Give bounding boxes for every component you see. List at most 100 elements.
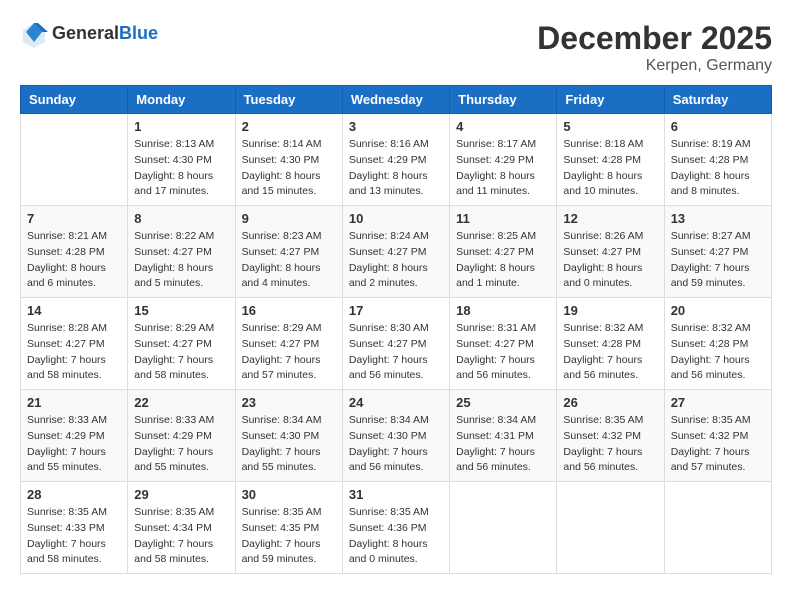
calendar-day-cell: 12 Sunrise: 8:26 AM Sunset: 4:27 PM Dayli…: [557, 206, 664, 298]
logo-text-general: General: [52, 23, 119, 43]
day-info: Sunrise: 8:28 AM Sunset: 4:27 PM Dayligh…: [27, 321, 121, 384]
calendar-day-cell: 7 Sunrise: 8:21 AM Sunset: 4:28 PM Daylig…: [21, 206, 128, 298]
calendar-day-cell: 18 Sunrise: 8:31 AM Sunset: 4:27 PM Dayli…: [450, 298, 557, 390]
calendar-week-row: 21 Sunrise: 8:33 AM Sunset: 4:29 PM Dayli…: [21, 390, 772, 482]
day-info: Sunrise: 8:35 AM Sunset: 4:36 PM Dayligh…: [349, 505, 443, 568]
day-info: Sunrise: 8:35 AM Sunset: 4:32 PM Dayligh…: [671, 413, 765, 476]
day-info: Sunrise: 8:29 AM Sunset: 4:27 PM Dayligh…: [242, 321, 336, 384]
calendar-day-cell: 20 Sunrise: 8:32 AM Sunset: 4:28 PM Dayli…: [664, 298, 771, 390]
day-number: 2: [242, 119, 336, 134]
day-number: 19: [563, 303, 657, 318]
day-number: 23: [242, 395, 336, 410]
calendar-day-cell: 21 Sunrise: 8:33 AM Sunset: 4:29 PM Dayli…: [21, 390, 128, 482]
day-info: Sunrise: 8:22 AM Sunset: 4:27 PM Dayligh…: [134, 229, 228, 292]
calendar-week-row: 28 Sunrise: 8:35 AM Sunset: 4:33 PM Dayli…: [21, 482, 772, 574]
day-number: 18: [456, 303, 550, 318]
day-number: 15: [134, 303, 228, 318]
calendar-day-cell: 14 Sunrise: 8:28 AM Sunset: 4:27 PM Dayli…: [21, 298, 128, 390]
title-area: December 2025 Kerpen, Germany: [537, 20, 772, 75]
calendar-day-cell: 2 Sunrise: 8:14 AM Sunset: 4:30 PM Daylig…: [235, 114, 342, 206]
calendar-day-cell: 29Sunrise: 8:35 AM Sunset: 4:34 PM Dayli…: [128, 482, 235, 574]
day-info: Sunrise: 8:34 AM Sunset: 4:30 PM Dayligh…: [349, 413, 443, 476]
calendar-day-cell: 9 Sunrise: 8:23 AM Sunset: 4:27 PM Daylig…: [235, 206, 342, 298]
day-number: 26: [563, 395, 657, 410]
day-info: Sunrise: 8:18 AM Sunset: 4:28 PM Dayligh…: [563, 137, 657, 200]
calendar-day-cell: 4Sunrise: 8:17 AM Sunset: 4:29 PM Daylig…: [450, 114, 557, 206]
day-number: 8: [134, 211, 228, 226]
day-info: Sunrise: 8:26 AM Sunset: 4:27 PM Dayligh…: [563, 229, 657, 292]
day-number: 24: [349, 395, 443, 410]
calendar-day-cell: 19Sunrise: 8:32 AM Sunset: 4:28 PM Dayli…: [557, 298, 664, 390]
calendar-day-cell: 6Sunrise: 8:19 AM Sunset: 4:28 PM Daylig…: [664, 114, 771, 206]
day-number: 9: [242, 211, 336, 226]
day-info: Sunrise: 8:35 AM Sunset: 4:35 PM Dayligh…: [242, 505, 336, 568]
calendar-day-cell: 13 Sunrise: 8:27 AM Sunset: 4:27 PM Dayli…: [664, 206, 771, 298]
day-info: Sunrise: 8:33 AM Sunset: 4:29 PM Dayligh…: [134, 413, 228, 476]
location-title: Kerpen, Germany: [537, 57, 772, 75]
day-number: 21: [27, 395, 121, 410]
day-info: Sunrise: 8:31 AM Sunset: 4:27 PM Dayligh…: [456, 321, 550, 384]
calendar-day-cell: 8 Sunrise: 8:22 AM Sunset: 4:27 PM Daylig…: [128, 206, 235, 298]
calendar-day-cell: [664, 482, 771, 574]
calendar-day-cell: [21, 114, 128, 206]
calendar-day-cell: 22Sunrise: 8:33 AM Sunset: 4:29 PM Dayli…: [128, 390, 235, 482]
weekday-header-cell: Wednesday: [342, 86, 449, 114]
weekday-header-cell: Tuesday: [235, 86, 342, 114]
day-info: Sunrise: 8:32 AM Sunset: 4:28 PM Dayligh…: [671, 321, 765, 384]
day-number: 27: [671, 395, 765, 410]
calendar-week-row: 7 Sunrise: 8:21 AM Sunset: 4:28 PM Daylig…: [21, 206, 772, 298]
day-number: 16: [242, 303, 336, 318]
day-info: Sunrise: 8:21 AM Sunset: 4:28 PM Dayligh…: [27, 229, 121, 292]
calendar-day-cell: [557, 482, 664, 574]
day-info: Sunrise: 8:27 AM Sunset: 4:27 PM Dayligh…: [671, 229, 765, 292]
day-number: 12: [563, 211, 657, 226]
calendar-day-cell: 27 Sunrise: 8:35 AM Sunset: 4:32 PM Dayli…: [664, 390, 771, 482]
day-number: 31: [349, 487, 443, 502]
day-number: 30: [242, 487, 336, 502]
day-info: Sunrise: 8:16 AM Sunset: 4:29 PM Dayligh…: [349, 137, 443, 200]
day-info: Sunrise: 8:14 AM Sunset: 4:30 PM Dayligh…: [242, 137, 336, 200]
day-info: Sunrise: 8:34 AM Sunset: 4:30 PM Dayligh…: [242, 413, 336, 476]
calendar-day-cell: 17 Sunrise: 8:30 AM Sunset: 4:27 PM Dayli…: [342, 298, 449, 390]
calendar-day-cell: 5 Sunrise: 8:18 AM Sunset: 4:28 PM Daylig…: [557, 114, 664, 206]
weekday-header-cell: Friday: [557, 86, 664, 114]
calendar-day-cell: 25Sunrise: 8:34 AM Sunset: 4:31 PM Dayli…: [450, 390, 557, 482]
calendar-table: SundayMondayTuesdayWednesdayThursdayFrid…: [20, 85, 772, 574]
month-title: December 2025: [537, 20, 772, 57]
logo-text-blue: Blue: [119, 23, 158, 43]
calendar-day-cell: 10Sunrise: 8:24 AM Sunset: 4:27 PM Dayli…: [342, 206, 449, 298]
calendar-day-cell: 1Sunrise: 8:13 AM Sunset: 4:30 PM Daylig…: [128, 114, 235, 206]
day-number: 17: [349, 303, 443, 318]
day-number: 3: [349, 119, 443, 134]
day-info: Sunrise: 8:23 AM Sunset: 4:27 PM Dayligh…: [242, 229, 336, 292]
calendar-day-cell: 15 Sunrise: 8:29 AM Sunset: 4:27 PM Dayli…: [128, 298, 235, 390]
day-number: 1: [134, 119, 228, 134]
calendar-body: 1Sunrise: 8:13 AM Sunset: 4:30 PM Daylig…: [21, 114, 772, 574]
calendar-day-cell: 24 Sunrise: 8:34 AM Sunset: 4:30 PM Dayli…: [342, 390, 449, 482]
calendar-day-cell: 28 Sunrise: 8:35 AM Sunset: 4:33 PM Dayli…: [21, 482, 128, 574]
logo-icon: [20, 20, 48, 48]
day-number: 5: [563, 119, 657, 134]
day-info: Sunrise: 8:33 AM Sunset: 4:29 PM Dayligh…: [27, 413, 121, 476]
calendar-day-cell: 31 Sunrise: 8:35 AM Sunset: 4:36 PM Dayli…: [342, 482, 449, 574]
day-number: 11: [456, 211, 550, 226]
day-number: 13: [671, 211, 765, 226]
day-info: Sunrise: 8:29 AM Sunset: 4:27 PM Dayligh…: [134, 321, 228, 384]
calendar-day-cell: 16 Sunrise: 8:29 AM Sunset: 4:27 PM Dayli…: [235, 298, 342, 390]
day-number: 7: [27, 211, 121, 226]
calendar-day-cell: 11 Sunrise: 8:25 AM Sunset: 4:27 PM Dayli…: [450, 206, 557, 298]
day-info: Sunrise: 8:35 AM Sunset: 4:32 PM Dayligh…: [563, 413, 657, 476]
calendar-day-cell: 30 Sunrise: 8:35 AM Sunset: 4:35 PM Dayli…: [235, 482, 342, 574]
weekday-header-row: SundayMondayTuesdayWednesdayThursdayFrid…: [21, 86, 772, 114]
calendar-week-row: 1Sunrise: 8:13 AM Sunset: 4:30 PM Daylig…: [21, 114, 772, 206]
day-info: Sunrise: 8:35 AM Sunset: 4:33 PM Dayligh…: [27, 505, 121, 568]
day-info: Sunrise: 8:17 AM Sunset: 4:29 PM Dayligh…: [456, 137, 550, 200]
day-info: Sunrise: 8:25 AM Sunset: 4:27 PM Dayligh…: [456, 229, 550, 292]
day-number: 14: [27, 303, 121, 318]
day-info: Sunrise: 8:30 AM Sunset: 4:27 PM Dayligh…: [349, 321, 443, 384]
day-number: 20: [671, 303, 765, 318]
day-number: 28: [27, 487, 121, 502]
calendar-day-cell: 26 Sunrise: 8:35 AM Sunset: 4:32 PM Dayli…: [557, 390, 664, 482]
day-info: Sunrise: 8:34 AM Sunset: 4:31 PM Dayligh…: [456, 413, 550, 476]
weekday-header-cell: Monday: [128, 86, 235, 114]
